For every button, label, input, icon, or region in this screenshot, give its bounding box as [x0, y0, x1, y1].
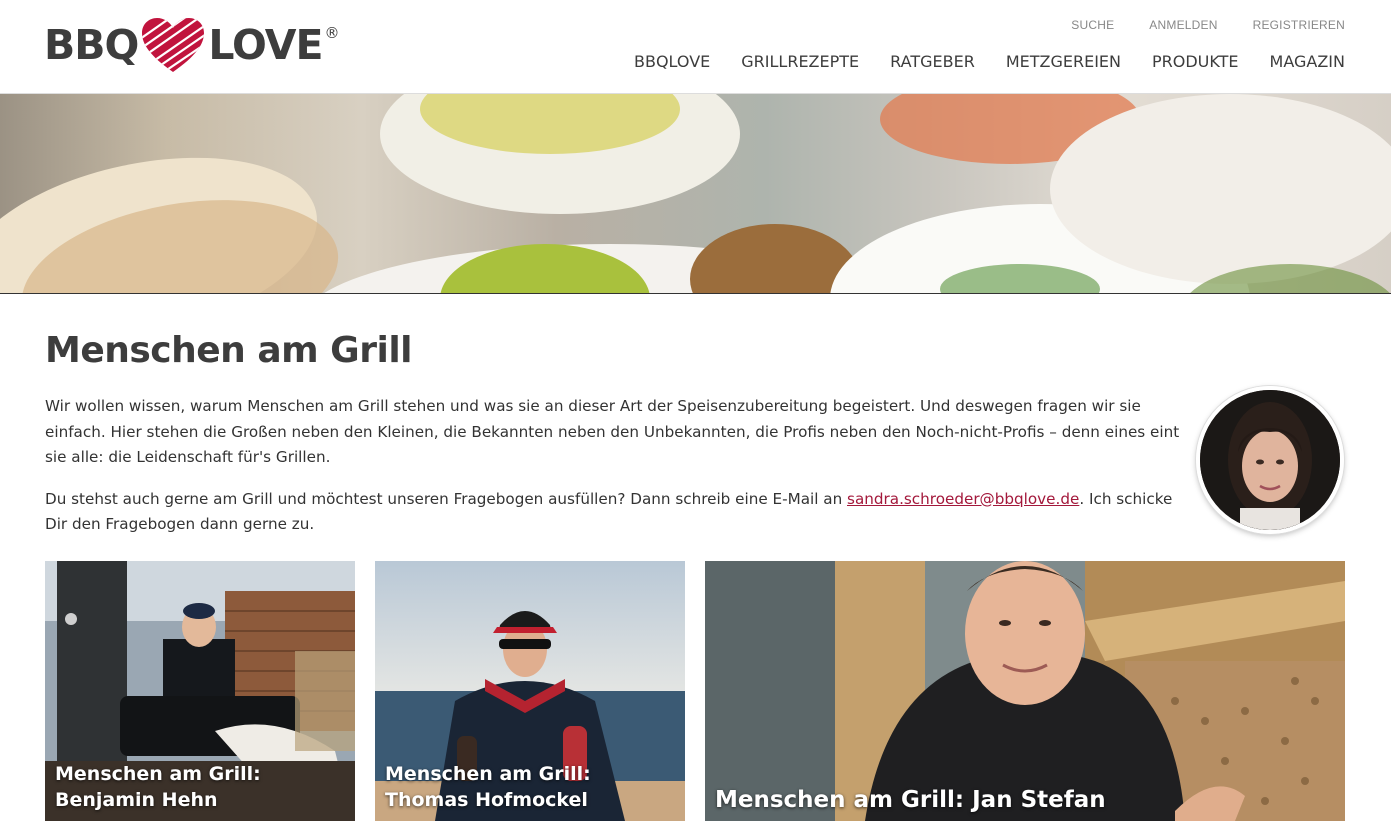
bbqlove-logo[interactable]: BBQ LOVE ®: [44, 16, 340, 74]
author-avatar: [1196, 386, 1344, 534]
nav-item-bbqlove[interactable]: BBQLOVE: [634, 52, 710, 71]
story-card-benjamin[interactable]: Menschen am Grill: Benjamin Hehn: [45, 561, 355, 821]
site-header: BBQ LOVE ® SUCHE ANMELDEN REGISTRIEREN B…: [0, 0, 1391, 94]
nav-item-magazin[interactable]: MAGAZIN: [1270, 52, 1345, 71]
logo-text-bbq: BBQ: [44, 21, 139, 69]
logo-text-love: LOVE: [208, 21, 323, 69]
contact-email-link[interactable]: sandra.schroeder@bbqlove.de: [847, 490, 1079, 508]
login-link[interactable]: ANMELDEN: [1149, 18, 1217, 32]
story-card-jan-stefan[interactable]: Menschen am Grill: Jan Stefan: [705, 561, 1345, 821]
card-image-jan-stefan: [705, 561, 1345, 821]
author-portrait-image: [1200, 390, 1340, 530]
register-link[interactable]: REGISTRIEREN: [1253, 18, 1345, 32]
intro-text: Wir wollen wissen, warum Menschen am Gri…: [45, 394, 1185, 554]
top-utility-nav: SUCHE ANMELDEN REGISTRIEREN: [1036, 18, 1345, 32]
main-nav: BBQLOVE GRILLREZEPTE RATGEBER METZGEREIE…: [603, 52, 1345, 71]
intro-p2-text: Du stehst auch gerne am Grill und möchte…: [45, 489, 848, 508]
registered-mark: ®: [324, 24, 340, 42]
story-card-thomas[interactable]: Menschen am Grill: Thomas Hofmockel: [375, 561, 685, 821]
card-title-thomas: Menschen am Grill: Thomas Hofmockel: [385, 763, 591, 811]
intro-paragraph-1: Wir wollen wissen, warum Menschen am Gri…: [45, 397, 1180, 466]
page-header: Menschen am Grill: [45, 330, 1345, 371]
card-title-jan-stefan: Menschen am Grill: Jan Stefan: [715, 787, 1106, 813]
hero-banner-image: [0, 94, 1391, 294]
nav-item-produkte[interactable]: PRODUKTE: [1152, 52, 1239, 71]
page-title: Menschen am Grill: [45, 330, 413, 371]
card-title-benjamin: Menschen am Grill: Benjamin Hehn: [55, 763, 261, 811]
nav-item-ratgeber[interactable]: RATGEBER: [890, 52, 975, 71]
nav-item-metzgereien[interactable]: METZGEREIEN: [1006, 52, 1121, 71]
nav-item-grillrezepte[interactable]: GRILLREZEPTE: [741, 52, 859, 71]
search-link[interactable]: SUCHE: [1071, 18, 1114, 32]
intro-paragraph-2: Du stehst auch gerne am Grill und möchte…: [45, 487, 1185, 538]
heart-logo-icon: [142, 18, 205, 72]
